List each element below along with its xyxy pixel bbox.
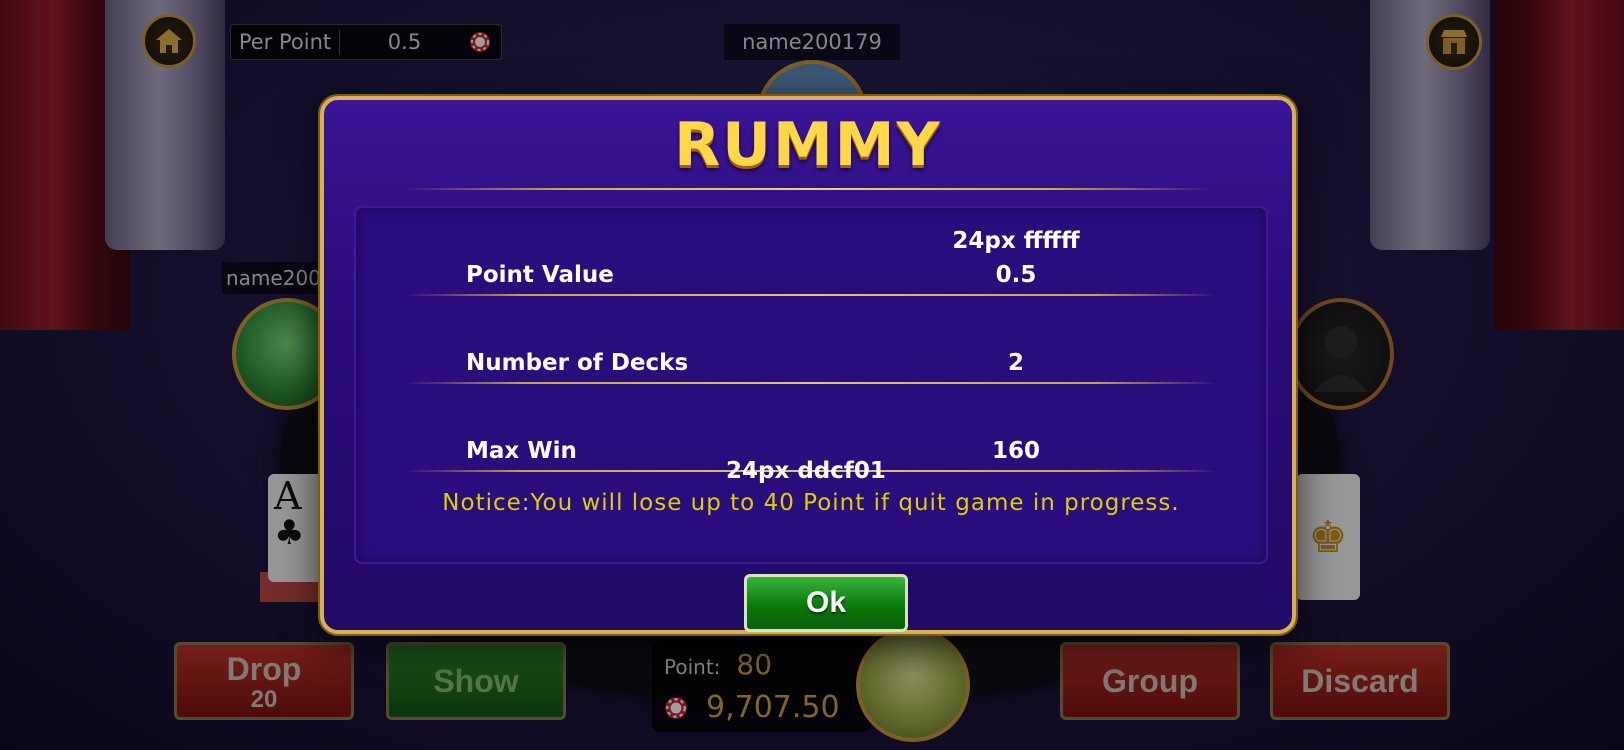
info-label: Max Win	[466, 438, 577, 464]
game-table: Per Point 0.5 name200179 name2001 A ♣ ♚ …	[0, 0, 1624, 750]
row-divider	[404, 294, 1218, 296]
info-label: Number of Decks	[466, 350, 689, 376]
ok-button[interactable]: Ok	[744, 574, 908, 632]
row-divider	[404, 382, 1218, 384]
header-note: 24px ffffff	[952, 228, 1080, 254]
quit-notice: Notice:You will lose up to 40 Point if q…	[442, 490, 1180, 516]
info-row-point-value: Point Value 0.5	[356, 262, 1266, 302]
info-value: 2	[1007, 350, 1024, 376]
dialog-title: RUMMY	[674, 110, 942, 180]
info-label: Point Value	[466, 262, 614, 288]
info-value: 160	[991, 438, 1040, 464]
info-row-decks: Number of Decks 2	[356, 350, 1266, 390]
ok-label: Ok	[805, 586, 847, 619]
info-panel: 24px ffffff Point Value 0.5 Number of De…	[354, 206, 1268, 564]
color-note: 24px ddcf01	[726, 458, 886, 484]
title-divider	[402, 188, 1214, 190]
info-value: 0.5	[995, 262, 1037, 288]
rummy-info-dialog: RUMMY 24px ffffff Point Value 0.5 Number…	[320, 96, 1296, 634]
